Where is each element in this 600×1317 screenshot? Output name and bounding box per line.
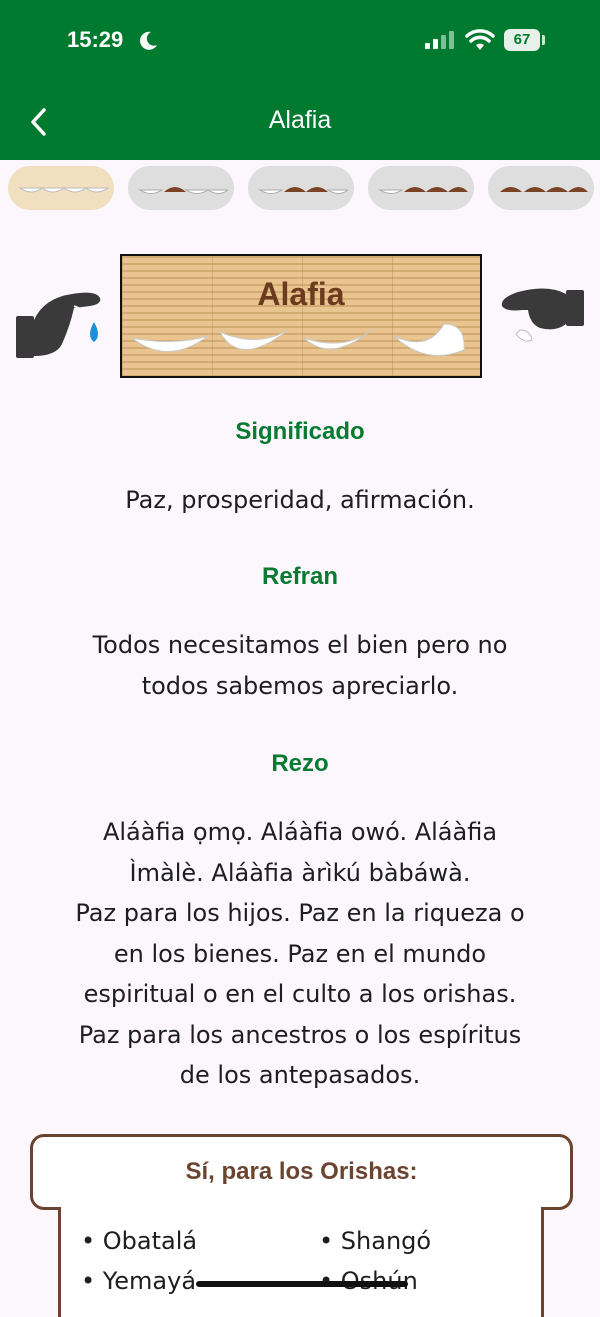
refran-line: Todos necesitamos el bien pero no — [92, 631, 508, 659]
significado-text: Paz, prosperidad, afirmación. — [30, 480, 570, 521]
figure-title: Alafia — [257, 276, 345, 312]
coconut-mat-figure: Alafia — [120, 254, 482, 378]
battery-tip — [542, 35, 545, 45]
signal-icon — [425, 31, 454, 49]
rezo-line: Paz para los hijos. Paz en la riqueza o — [75, 899, 525, 927]
orishas-list: • Obatalá • Shangó • Yemayá • Oshún — [58, 1207, 544, 1317]
significado-heading: Significado — [235, 418, 365, 445]
home-indicator[interactable] — [196, 1281, 408, 1287]
orisha-item: • Obatalá — [81, 1227, 198, 1255]
orishas-heading-box: Sí, para los Orishas: — [30, 1134, 573, 1210]
tab-okana[interactable] — [368, 166, 474, 210]
rezo-line: Ìmàlè. Aláàfia àrìkú bàbáwà. — [129, 858, 471, 887]
orisha-item: • Yemayá — [81, 1267, 197, 1295]
hand-pouring-water-icon — [16, 292, 101, 358]
tab-otawe[interactable] — [128, 166, 234, 210]
orisha-item: • Shangó — [319, 1227, 432, 1255]
coconut-pieces-icon — [258, 187, 348, 194]
coconut-pieces-icon — [18, 187, 108, 193]
moon-icon — [140, 31, 157, 50]
hand-holding-coconut-icon — [501, 288, 584, 342]
rezo-text: Aláàfia ọmọ. Aláàfia owó. Aláàfia Ìmàlè.… — [30, 812, 570, 1096]
rezo-heading: Rezo — [271, 750, 329, 777]
wifi-icon — [465, 29, 495, 50]
significado-line: Paz, prosperidad, afirmación. — [125, 486, 475, 514]
coconut-pieces-icon — [500, 187, 588, 192]
refran-text: Todos necesitamos el bien pero no todos … — [30, 625, 570, 706]
tab-oyeku[interactable] — [488, 166, 594, 210]
rezo-line: Paz para los ancestros o los espíritus — [78, 1020, 522, 1049]
tab-eyeife[interactable] — [248, 166, 354, 210]
coconut-pieces-icon — [138, 187, 228, 194]
refran-heading: Refran — [261, 563, 339, 590]
coconut-position-tabs — [0, 166, 600, 212]
rezo-line: de los antepasados. — [179, 1061, 421, 1089]
rezo-line: Aláàfia ọmọ. Aláàfia owó. Aláàfia — [102, 818, 498, 846]
refran-line: todos sabemos apreciarlo. — [141, 671, 459, 700]
battery-indicator: 67 — [504, 29, 540, 51]
status-time: 15:29 — [67, 27, 124, 52]
rezo-line: espiritual o en el culto a los orishas. — [83, 980, 517, 1008]
coconut-pieces-icon — [378, 187, 468, 194]
app-header: 15:29 67 Alafia — [0, 0, 600, 160]
rezo-line: en los bienes. Paz en el mundo — [113, 939, 487, 968]
tab-alafia[interactable] — [8, 166, 114, 210]
orishas-heading: Sí, para los Orishas: — [185, 1158, 418, 1185]
page-title: Alafia — [268, 106, 332, 134]
four-white-coconut-pieces-icon — [131, 323, 465, 357]
